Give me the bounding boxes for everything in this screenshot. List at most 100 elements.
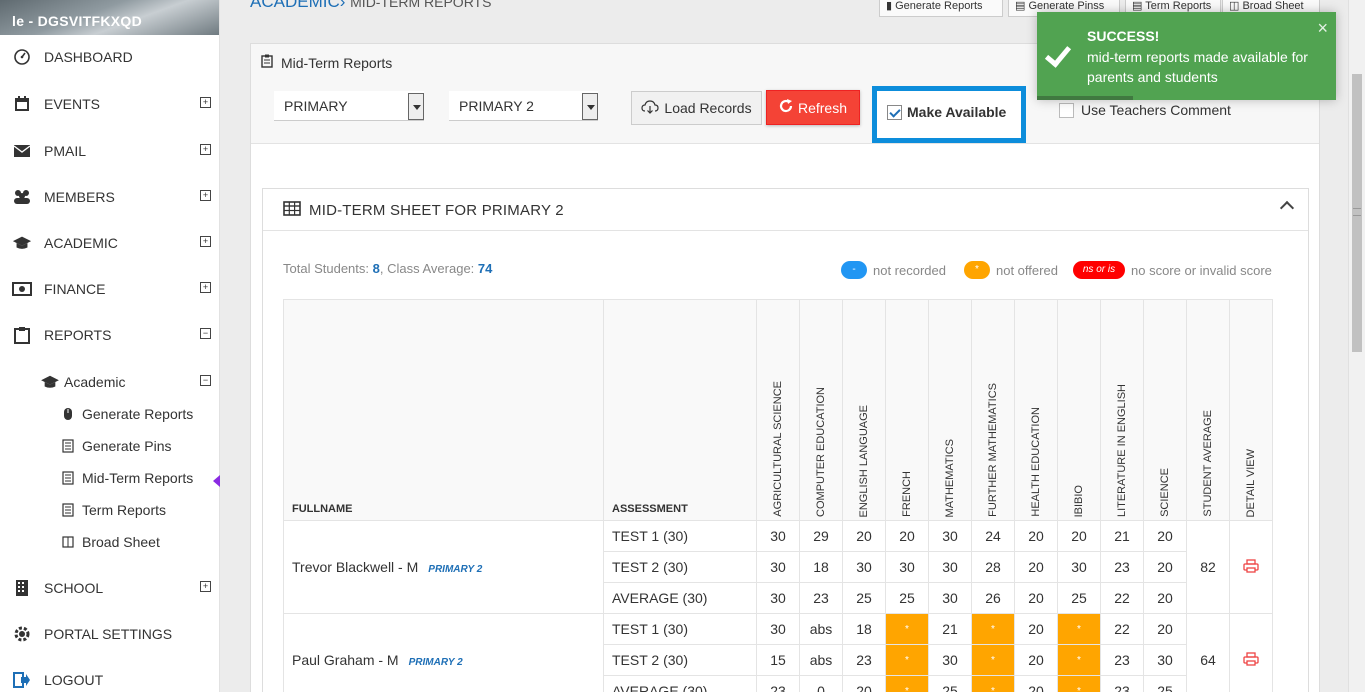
sidebar-item-pmail[interactable]: PMAIL + [0,139,220,163]
class-select[interactable]: PRIMARY 2 [449,91,598,121]
table-body: Trevor Blackwell - M PRIMARY 2 TEST 1 (30)… [283,520,1273,692]
score-cell: 20 [1143,520,1187,552]
student-average-cell: 82 [1186,520,1230,614]
table-row: Paul Graham - M PRIMARY 2 TEST 1 (30) 30 abs… [283,613,1273,692]
mid-term-table: FULLNAME ASSESSMENT AGRICULTURAL SCIENCE… [283,299,1273,692]
sidebar-item-members[interactable]: MEMBERS + [0,185,220,209]
sidebar-item-label: MEMBERS [44,189,115,205]
legend-not-recorded: - not recorded [841,261,946,279]
sidebar-subitem-label: Broad Sheet [82,534,160,550]
subject-header: IBIBIO [1057,299,1101,521]
sidebar-item-label: DASHBOARD [44,49,133,65]
detail-view-cell [1229,613,1273,692]
expand-icon[interactable]: + [200,144,211,155]
score-cell: 25 [928,675,972,692]
clipboard-icon [12,326,32,344]
expand-icon[interactable]: + [200,581,211,592]
use-teachers-comment-checkbox[interactable] [1059,102,1074,118]
speedometer-icon [12,48,32,66]
sidebar-item-dashboard[interactable]: DASHBOARD [0,45,220,69]
sidebar-item-logout[interactable]: LOGOUT [0,668,220,692]
score-cell: 0 [799,675,843,692]
sidebar-item-academic[interactable]: ACADEMIC + [0,231,220,255]
expand-icon[interactable]: + [200,282,211,293]
score-cell: 30 [1057,551,1101,583]
detail-view-cell [1229,520,1273,614]
expand-icon[interactable]: + [200,236,211,247]
subject-header: ENGLISH LANGUAGE [842,299,886,521]
score-cell: 21 [928,613,972,645]
score-cell: 21 [1100,520,1144,552]
dropdown-arrow-icon [582,93,598,120]
sidebar-subitem-mid-term-reports[interactable]: Mid-Term Reports [0,467,220,489]
table-row: Trevor Blackwell - M PRIMARY 2 TEST 1 (30)… [283,520,1273,614]
make-available-checkbox[interactable] [887,105,902,120]
sidebar-subgroup-label: Academic [64,374,126,390]
sidebar-subitem-term-reports[interactable]: Term Reports [0,499,220,521]
score-cell: 23 [1100,644,1144,676]
toast-title: SUCCESS! [1087,28,1160,44]
sidebar-subitem-generate-pins[interactable]: Generate Pins [0,435,220,457]
expand-icon[interactable]: + [200,190,211,201]
sidebar-item-portal-settings[interactable]: PORTAL SETTINGS [0,622,220,646]
sidebar-item-school[interactable]: SCHOOL + [0,576,220,600]
sidebar-subitem-label: Generate Pins [82,438,172,454]
make-available-highlight: Make Available [872,86,1026,143]
mid-term-table-container: FULLNAME ASSESSMENT AGRICULTURAL SCIENCE… [283,299,1289,692]
list-icon [62,439,74,453]
score-cell: 20 [1014,644,1058,676]
score-cell: 22 [1100,582,1144,614]
sidebar-title: le - DGSVITFKXQD [0,0,219,35]
assessment-cell: TEST 2 (30) [603,644,757,676]
score-cell: 30 [928,551,972,583]
breadcrumb-current: MID-TERM REPORTS [350,0,492,10]
envelope-icon [12,142,32,160]
score-cell: 20 [1014,551,1058,583]
table-icon [283,201,301,220]
score-cell: * [885,613,929,645]
chevron-up-icon[interactable] [1279,200,1295,216]
sidebar-item-finance[interactable]: FINANCE + [0,277,220,301]
print-icon[interactable] [1243,651,1259,666]
score-cell: 26 [971,582,1015,614]
table-header-row: FULLNAME ASSESSMENT AGRICULTURAL SCIENCE… [283,299,1273,521]
breadcrumb: ACADEMIC› MID-TERM REPORTS [250,0,491,12]
sidebar-subitem-broad-sheet[interactable]: Broad Sheet [0,531,220,553]
refresh-button[interactable]: Refresh [766,90,860,125]
page-scrollbar[interactable] [1348,0,1365,692]
load-records-button[interactable]: Load Records [631,91,762,125]
use-teachers-comment-toggle[interactable]: Use Teachers Comment [1059,102,1231,118]
sidebar-item-reports[interactable]: REPORTS − [0,323,220,347]
cloud-download-icon [641,99,660,117]
score-cell: 15 [756,644,800,676]
score-cell: 23 [799,582,843,614]
assessment-cell: TEST 1 (30) [603,613,757,645]
score-cell: 30 [842,551,886,583]
score-cell: 30 [756,613,800,645]
collapse-icon[interactable]: − [200,375,211,386]
close-icon[interactable]: × [1317,18,1328,39]
sidebar-item-events[interactable]: EVENTS + [0,92,220,116]
assessment-cell: AVERAGE (30) [603,675,757,692]
sidebar-subitem-generate-reports[interactable]: Generate Reports [0,403,220,425]
score-cell: 20 [1143,582,1187,614]
subject-header: SCIENCE [1143,299,1187,521]
sidebar-subitem-label: Term Reports [82,502,167,518]
sidebar-item-label: EVENTS [44,96,101,112]
breadcrumb-section[interactable]: ACADEMIC [250,0,340,11]
collapse-icon[interactable]: − [200,328,211,339]
score-cell: 30 [928,582,972,614]
section-select[interactable]: PRIMARY [274,91,424,121]
sidebar-subgroup-academic[interactable]: Academic − [0,370,220,394]
score-cell: * [1057,675,1101,692]
score-cell: 20 [842,520,886,552]
score-cell: 18 [842,613,886,645]
score-cell: abs [799,613,843,645]
generate-reports-button[interactable]: ▮ Generate Reports [879,0,1003,17]
score-cell: * [971,644,1015,676]
make-available-label[interactable]: Make Available [907,104,1006,120]
score-cell: 20 [1014,675,1058,692]
print-icon[interactable] [1243,558,1259,573]
expand-icon[interactable]: + [200,97,211,108]
graduation-cap-icon [12,234,32,252]
